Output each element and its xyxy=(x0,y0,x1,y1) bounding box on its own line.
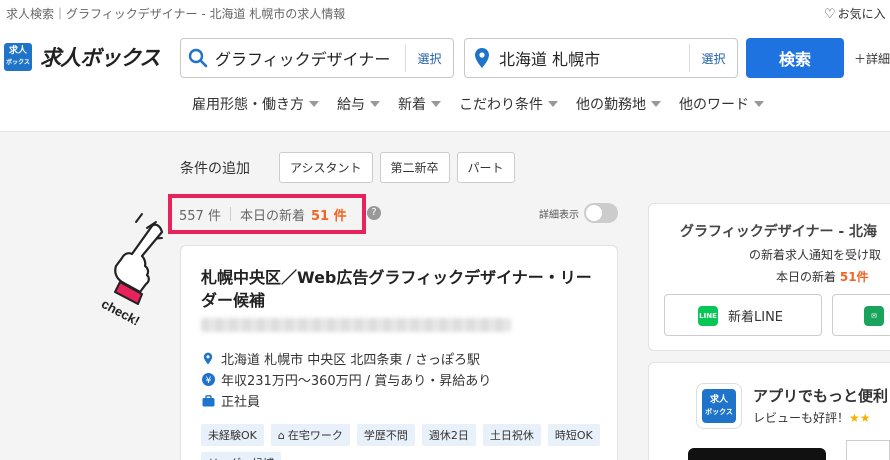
chevron-down-icon xyxy=(370,101,380,107)
rating-stars-icon: ★★ xyxy=(849,411,871,425)
yen-icon: ¥ xyxy=(201,373,215,386)
result-count: 557 件 xyxy=(179,208,221,224)
tag-education: 学歴不問 xyxy=(356,424,415,446)
email-notify-button[interactable]: ✉ xyxy=(832,294,890,336)
logo-badge: 求人 ボックス xyxy=(4,43,32,71)
tag-two-days-off: 週休2日 xyxy=(421,424,476,446)
nav-new[interactable]: 新着 xyxy=(398,94,441,114)
job-card[interactable]: 札幌中央区／Web広告グラフィックデザイナー・リーダー候補 北海道 札幌市 中央… xyxy=(180,245,618,460)
search-icon xyxy=(181,48,215,68)
keyword-input[interactable]: グラフィックデザイナー xyxy=(215,46,405,70)
location-select-button[interactable]: 選択 xyxy=(689,44,737,72)
notify-title: グラフィックデザイナー - 北海 xyxy=(680,224,877,240)
nav-employment-type[interactable]: 雇用形態・働き方 xyxy=(192,94,319,114)
detail-toggle-switch[interactable] xyxy=(584,203,618,223)
job-employment-type: 正社員 xyxy=(201,391,260,410)
company-name-blurred xyxy=(201,318,511,332)
filter-nav: 雇用形態・働き方 給与 新着 こだわり条件 他の勤務地 他のワード xyxy=(192,94,782,114)
location-search-box[interactable]: 北海道 札幌市 選択 xyxy=(464,38,738,78)
job-tags: 未経験OK ⌂在宅ワーク 学歴不問 週休2日 土日祝休 時短OK リーダー候補 xyxy=(201,424,611,460)
keyword-search-box[interactable]: グラフィックデザイナー 選択 xyxy=(180,38,454,78)
nav-preferences[interactable]: こだわり条件 xyxy=(459,94,558,114)
app-subtitle: レビューも好評！★★ xyxy=(753,411,871,425)
tag-remote-work: ⌂ 在宅ワーク xyxy=(270,424,350,446)
briefcase-icon xyxy=(201,394,215,407)
job-title[interactable]: 札幌中央区／Web広告グラフィックデザイナー・リーダー候補 xyxy=(201,266,601,312)
detail-toggle-label: 詳細表示 xyxy=(539,210,579,221)
favorites-label: お気に入 xyxy=(837,7,886,21)
qr-code xyxy=(846,440,890,460)
chevron-down-icon xyxy=(309,101,319,107)
heart-icon: ♡ xyxy=(824,7,836,22)
site-logo[interactable]: 求人 ボックス 求人ボックス xyxy=(4,42,160,72)
svg-text:¥: ¥ xyxy=(205,376,211,386)
tag-short-hours: 時短OK xyxy=(547,424,600,446)
tag-no-experience: 未経験OK xyxy=(201,424,264,446)
keyword-select-button[interactable]: 選択 xyxy=(405,44,453,72)
notify-subtitle: の新着求人通知を受け取 xyxy=(749,248,882,262)
favorites-link[interactable]: ♡ お気に入 xyxy=(824,5,886,22)
add-condition-label: 条件の追加 xyxy=(180,161,250,177)
today-new-label: 本日の新着 xyxy=(239,208,305,224)
condition-chips: アシスタント 第二新卒 パート xyxy=(279,152,515,183)
chip-part-time[interactable]: パート xyxy=(456,152,515,183)
notify-today-count: 51件 xyxy=(839,270,869,284)
detail-search-link[interactable]: ＋詳細 xyxy=(854,50,890,67)
chip-assistant[interactable]: アシスタント xyxy=(279,152,373,183)
chevron-down-icon xyxy=(754,101,764,107)
help-icon[interactable]: ? xyxy=(367,206,381,220)
page-breadcrumb: 求人検索｜グラフィックデザイナー - 北海道 札幌市の求人情報 xyxy=(6,7,346,21)
app-icon: 求人 ボックス xyxy=(696,383,742,429)
notify-today: 本日の新着 51件 xyxy=(776,270,869,284)
logo-wordmark: 求人ボックス xyxy=(40,46,160,70)
chevron-down-icon xyxy=(548,101,558,107)
job-location: 北海道 札幌市 中央区 北四条東 / さっぽろ駅 xyxy=(201,349,480,368)
tag-weekends-off: 土日祝休 xyxy=(482,424,541,446)
line-icon: LINE xyxy=(698,306,718,326)
app-title: アプリでもっと便利 xyxy=(753,387,889,405)
chevron-down-icon xyxy=(651,101,661,107)
line-notify-button[interactable]: LINE 新着LINE xyxy=(664,294,822,336)
top-bar: 求人検索｜グラフィックデザイナー - 北海道 札幌市の求人情報 ♡ お気に入 xyxy=(0,0,890,26)
today-new-count: 51 件 xyxy=(310,208,347,224)
tag-leader-candidate: リーダー候補 xyxy=(201,452,281,460)
new-job-notify-card: グラフィックデザイナー - 北海 の新着求人通知を受け取 本日の新着 51件 L… xyxy=(648,203,890,351)
job-salary: ¥ 年収231万円〜360万円 / 賞与あり・昇給あり xyxy=(201,370,491,389)
location-input[interactable]: 北海道 札幌市 xyxy=(499,46,689,70)
result-count-highlight: 557 件 本日の新着 51 件 xyxy=(168,194,366,234)
app-store-button[interactable] xyxy=(688,448,826,460)
pointing-hand-icon: check! xyxy=(99,213,164,329)
header: 求人 ボックス 求人ボックス グラフィックデザイナー 選択 北海道 札幌市 選択 … xyxy=(0,26,890,132)
chevron-down-icon xyxy=(431,101,441,107)
location-pin-icon xyxy=(465,47,499,69)
house-icon: ⌂ xyxy=(277,428,285,442)
nav-salary[interactable]: 給与 xyxy=(337,94,380,114)
nav-other-words[interactable]: 他のワード xyxy=(679,94,764,114)
nav-other-locations[interactable]: 他の勤務地 xyxy=(576,94,661,114)
search-button[interactable]: 検索 xyxy=(746,38,844,78)
divider xyxy=(229,207,231,221)
chip-second-graduate[interactable]: 第二新卒 xyxy=(379,152,450,183)
location-pin-icon xyxy=(201,352,215,365)
toggle-knob xyxy=(586,205,602,221)
mail-icon: ✉ xyxy=(864,306,884,326)
